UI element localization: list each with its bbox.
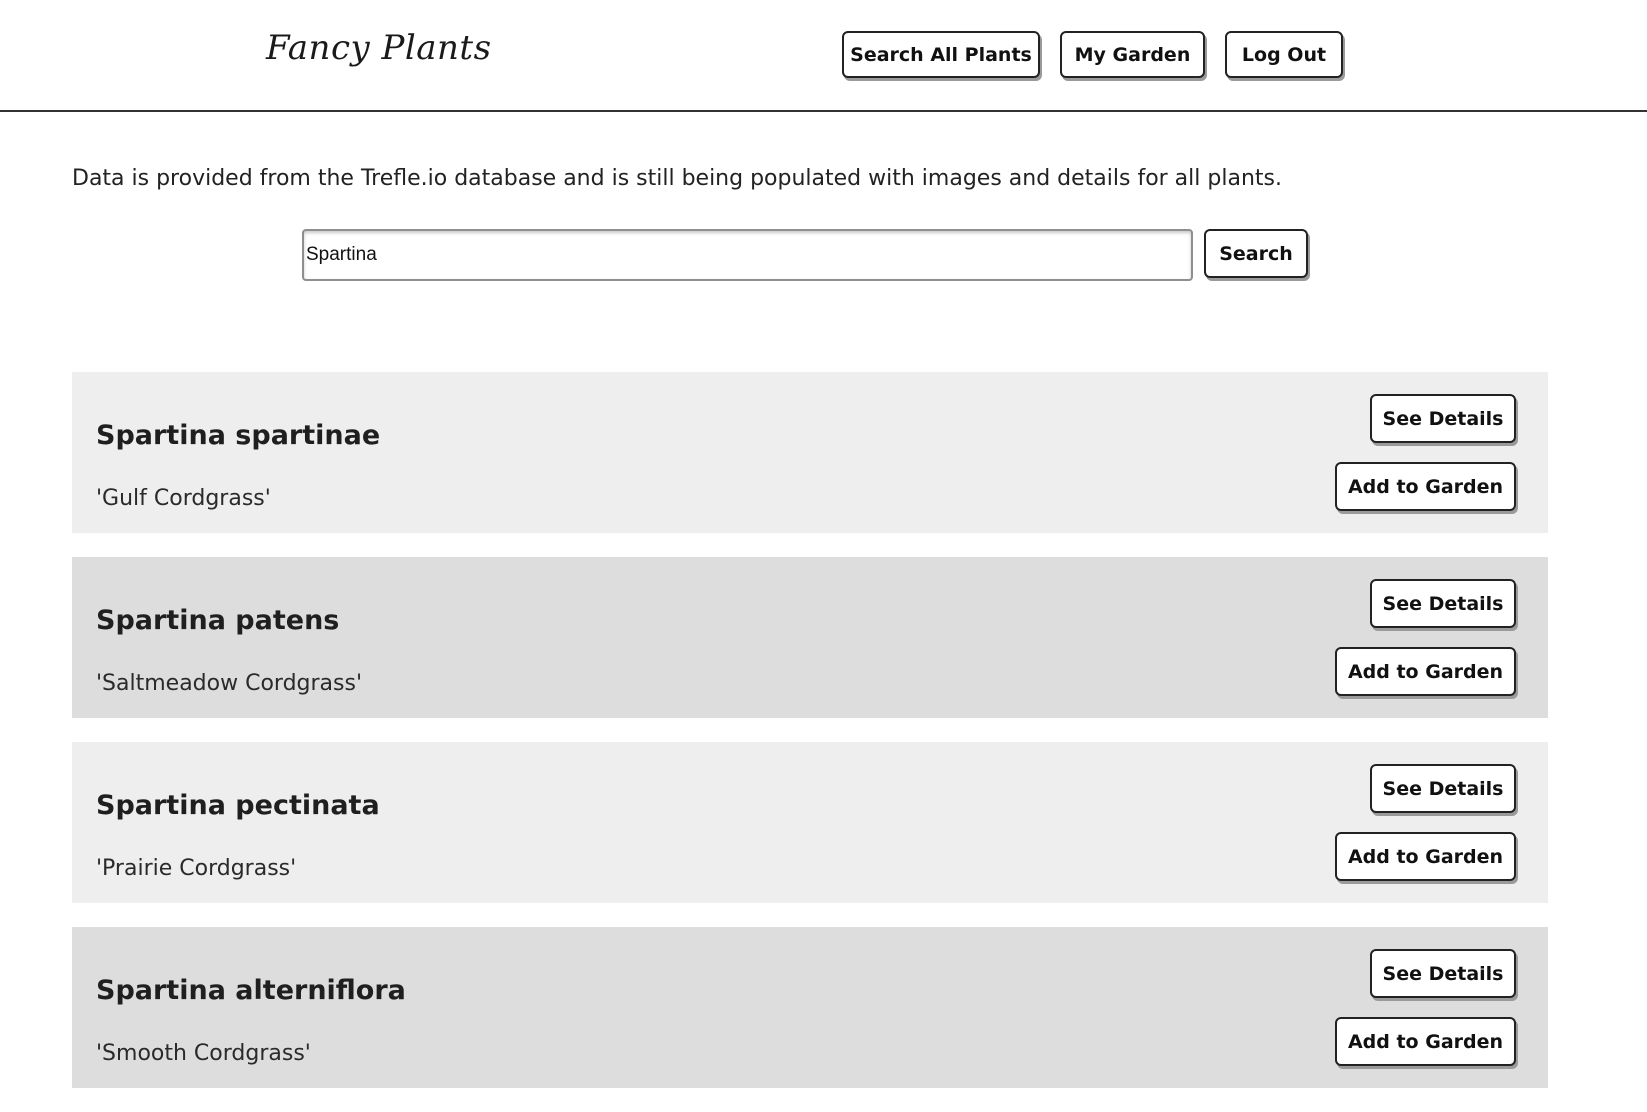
site-header: Fancy Plants Search All Plants My Garden… <box>0 0 1647 112</box>
search-all-plants-button[interactable]: Search All Plants <box>842 31 1040 78</box>
logo[interactable]: Fancy Plants <box>266 28 492 68</box>
plant-scientific-name: Spartina spartinae <box>96 420 381 451</box>
see-details-button[interactable]: See Details <box>1370 764 1516 813</box>
log-out-button[interactable]: Log Out <box>1225 31 1343 78</box>
plant-scientific-name: Spartina alterniflora <box>96 975 406 1006</box>
add-to-garden-button[interactable]: Add to Garden <box>1335 1017 1516 1066</box>
plant-common-name: 'Smooth Cordgrass' <box>96 1041 311 1066</box>
plant-card: Spartina spartinae 'Gulf Cordgrass' See … <box>72 372 1548 533</box>
see-details-button[interactable]: See Details <box>1370 949 1516 998</box>
plant-scientific-name: Spartina pectinata <box>96 790 380 821</box>
plant-common-name: 'Prairie Cordgrass' <box>96 856 297 881</box>
plant-scientific-name: Spartina patens <box>96 605 340 636</box>
my-garden-button[interactable]: My Garden <box>1060 31 1205 78</box>
add-to-garden-button[interactable]: Add to Garden <box>1335 647 1516 696</box>
search-input[interactable] <box>302 229 1193 281</box>
see-details-button[interactable]: See Details <box>1370 394 1516 443</box>
plant-card: Spartina patens 'Saltmeadow Cordgrass' S… <box>72 557 1548 718</box>
add-to-garden-button[interactable]: Add to Garden <box>1335 462 1516 511</box>
plant-common-name: 'Saltmeadow Cordgrass' <box>96 671 362 696</box>
plant-common-name: 'Gulf Cordgrass' <box>96 486 271 511</box>
results-list: Spartina spartinae 'Gulf Cordgrass' See … <box>72 372 1548 1112</box>
plant-card: Spartina pectinata 'Prairie Cordgrass' S… <box>72 742 1548 903</box>
data-source-notice: Data is provided from the Trefle.io data… <box>72 166 1282 191</box>
add-to-garden-button[interactable]: Add to Garden <box>1335 832 1516 881</box>
search-button[interactable]: Search <box>1204 229 1308 278</box>
see-details-button[interactable]: See Details <box>1370 579 1516 628</box>
plant-card: Spartina alterniflora 'Smooth Cordgrass'… <box>72 927 1548 1088</box>
